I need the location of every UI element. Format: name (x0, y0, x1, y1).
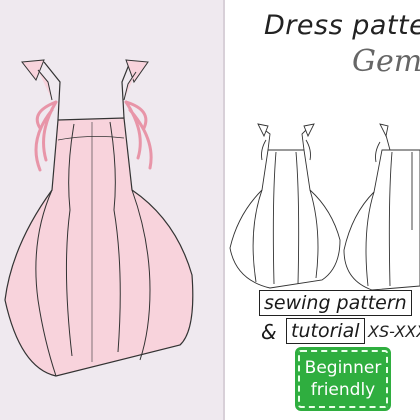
pink-dress-illustration (4, 59, 194, 377)
page-title: Dress patter (264, 10, 420, 41)
beginner-friendly-badge: Beginner friendly (295, 347, 391, 411)
pattern-name: Gem (352, 44, 420, 79)
badge-line-2: friendly (310, 380, 376, 400)
front-line-drawing (229, 123, 341, 289)
sewing-pattern-tag: sewing pattern (259, 290, 412, 316)
product-listing-image: Dress patter Gem sewing pattern & tutori… (0, 0, 420, 420)
badge-line-1: Beginner (304, 358, 382, 378)
size-range-text: XS-XXX (368, 322, 420, 341)
tutorial-tag: tutorial (286, 318, 365, 344)
ampersand-text: & (261, 320, 277, 344)
back-line-drawing (343, 123, 420, 291)
